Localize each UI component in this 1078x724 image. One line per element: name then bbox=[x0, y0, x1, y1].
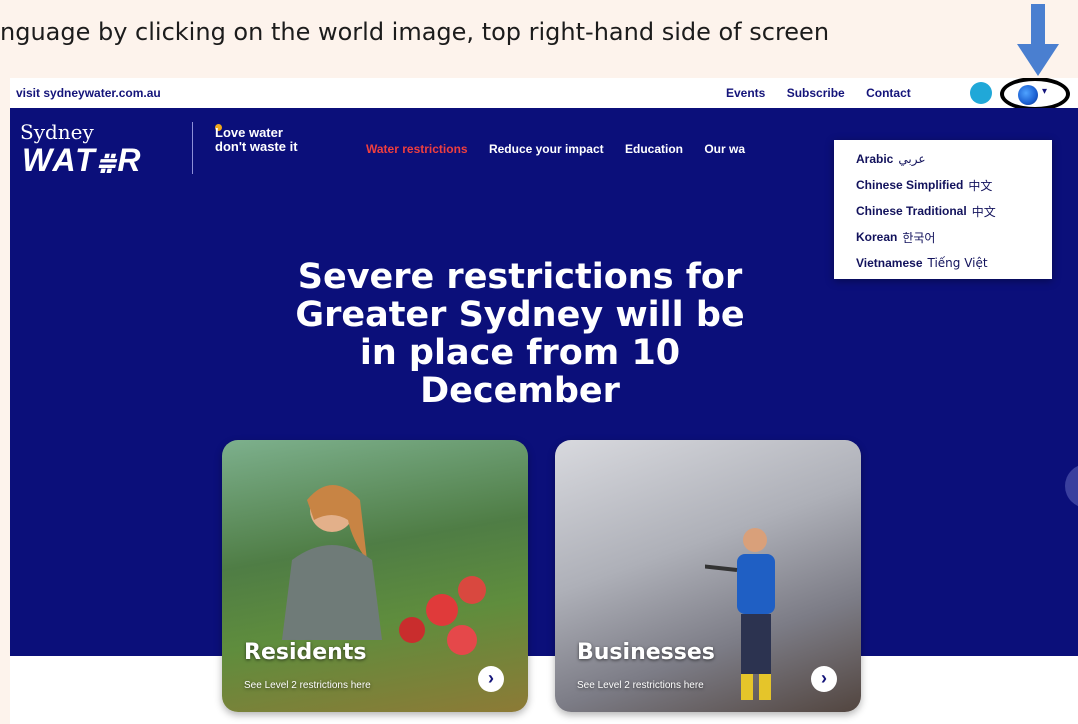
tagline: Love water don't waste it bbox=[215, 126, 298, 154]
nav-reduce-impact[interactable]: Reduce your impact bbox=[489, 142, 604, 156]
worker-photo bbox=[705, 528, 775, 700]
lang-label: Vietnamese bbox=[856, 256, 923, 270]
lang-label: Korean bbox=[856, 230, 898, 244]
globe-highlight-circle: ▾ bbox=[1000, 78, 1070, 111]
businesses-card[interactable]: Businesses See Level 2 restrictions here… bbox=[555, 440, 861, 712]
contact-link[interactable]: Contact bbox=[866, 86, 911, 100]
lang-native: Tiếng Việt bbox=[927, 256, 988, 270]
main-nav: Water restrictions Reduce your impact Ed… bbox=[366, 142, 763, 156]
lang-korean[interactable]: Korean 한국어 bbox=[834, 224, 1052, 250]
card-title: Residents bbox=[244, 640, 367, 665]
logo-divider bbox=[192, 122, 193, 174]
chevron-right-icon[interactable]: › bbox=[811, 666, 837, 692]
visit-site-link[interactable]: visit sydneywater.com.au bbox=[16, 86, 161, 100]
down-arrow-icon bbox=[1017, 4, 1059, 76]
lang-native: عربي bbox=[898, 152, 926, 166]
lang-chinese-traditional[interactable]: Chinese Traditional 中文 bbox=[834, 198, 1052, 224]
events-link[interactable]: Events bbox=[726, 86, 765, 100]
lang-native: 中文 bbox=[971, 204, 996, 219]
nav-education[interactable]: Education bbox=[625, 142, 683, 156]
card-title: Businesses bbox=[577, 640, 715, 665]
lang-chinese-simplified[interactable]: Chinese Simplified 中文 bbox=[834, 172, 1052, 198]
headline-line: December bbox=[420, 371, 620, 411]
nav-our-water[interactable]: Our wa bbox=[704, 142, 745, 156]
residents-card[interactable]: Residents See Level 2 restrictions here … bbox=[222, 440, 528, 712]
lang-arabic[interactable]: Arabic عربي bbox=[834, 146, 1052, 172]
website-screenshot: visit sydneywater.com.au Events Subscrib… bbox=[10, 78, 1078, 724]
card-subtitle: See Level 2 restrictions here bbox=[577, 680, 704, 691]
nav-water-restrictions[interactable]: Water restrictions bbox=[366, 142, 468, 156]
lang-native: 中文 bbox=[968, 178, 993, 193]
utility-bar: visit sydneywater.com.au Events Subscrib… bbox=[10, 78, 1078, 111]
tagline-line-2: don't waste it bbox=[215, 139, 298, 154]
lang-label: Chinese Simplified bbox=[856, 178, 964, 192]
lang-native: 한국어 bbox=[902, 230, 936, 245]
tagline-line-1: Love water bbox=[215, 125, 283, 140]
headline-line: Greater Sydney will be bbox=[295, 295, 745, 335]
instruction-text: nguage by clicking on the world image, t… bbox=[0, 18, 830, 46]
lang-vietnamese[interactable]: Vietnamese Tiếng Việt bbox=[834, 250, 1052, 276]
chevron-down-icon[interactable]: ▾ bbox=[1042, 86, 1047, 97]
subscribe-link[interactable]: Subscribe bbox=[787, 86, 845, 100]
hero-headline: Severe restrictions for Greater Sydney w… bbox=[220, 258, 820, 410]
card-subtitle: See Level 2 restrictions here bbox=[244, 680, 371, 691]
lang-label: Arabic bbox=[856, 152, 894, 166]
account-icon[interactable] bbox=[970, 82, 992, 104]
headline-line: in place from 10 bbox=[359, 333, 681, 373]
logo-water[interactable]: WAT⩷R bbox=[22, 142, 143, 180]
globe-icon[interactable] bbox=[1018, 85, 1038, 105]
carousel-next-tab[interactable] bbox=[1065, 464, 1078, 508]
logo-sydney[interactable]: Sydney bbox=[20, 120, 94, 144]
language-dropdown: Arabic عربي Chinese Simplified 中文 Chines… bbox=[834, 140, 1052, 279]
lang-label: Chinese Traditional bbox=[856, 204, 967, 218]
utility-links: Events Subscribe Contact bbox=[726, 86, 929, 100]
hero-section: Sydney WAT⩷R Love water don't waste it W… bbox=[10, 108, 1078, 656]
headline-line: Severe restrictions for bbox=[297, 257, 743, 297]
chevron-right-icon[interactable]: › bbox=[478, 666, 504, 692]
